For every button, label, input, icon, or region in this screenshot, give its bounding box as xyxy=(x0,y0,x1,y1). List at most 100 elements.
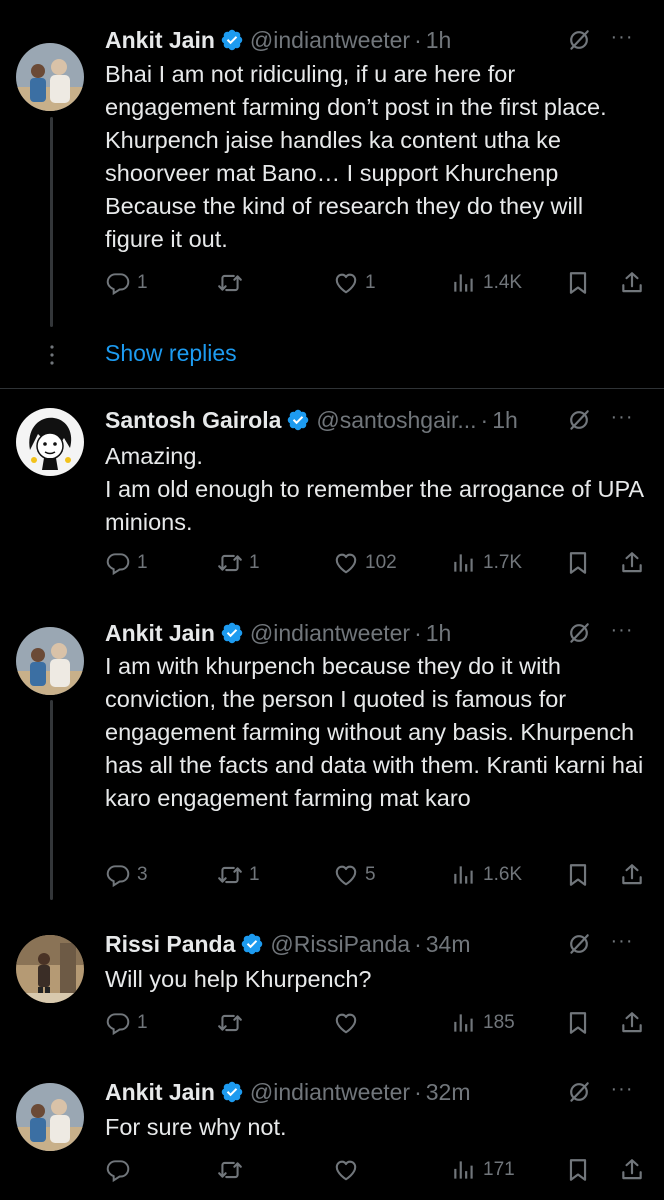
verified-badge-icon xyxy=(220,621,244,645)
bookmark-button[interactable] xyxy=(565,548,591,578)
tweet[interactable]: Ankit Jain @indiantweeter · 32m ··· For … xyxy=(0,1077,664,1197)
views-icon xyxy=(451,270,477,296)
thread-line xyxy=(50,700,53,900)
share-button[interactable] xyxy=(619,548,645,578)
views-button[interactable]: 171 xyxy=(451,1155,515,1185)
handle[interactable]: @RissiPanda xyxy=(270,931,410,958)
bookmark-button[interactable] xyxy=(565,860,591,890)
tweet[interactable]: Ankit Jain @indiantweeter · 1h ··· I am … xyxy=(0,618,664,908)
timestamp[interactable]: 1h xyxy=(426,27,452,54)
retweet-icon xyxy=(217,1157,243,1183)
timestamp[interactable]: 1h xyxy=(426,620,452,647)
more-icon[interactable]: ··· xyxy=(608,405,636,433)
reply-button[interactable]: 1 xyxy=(105,1008,148,1038)
bookmark-button[interactable] xyxy=(565,1008,591,1038)
avatar[interactable] xyxy=(16,935,84,1003)
grok-icon[interactable] xyxy=(566,27,592,53)
reply-count: 3 xyxy=(137,864,148,885)
like-icon xyxy=(333,862,359,888)
views-button[interactable]: 1.7K xyxy=(451,548,522,578)
timestamp[interactable]: 1h xyxy=(492,407,518,434)
views-button[interactable]: 1.6K xyxy=(451,860,522,890)
tweet-text: I am with khurpench because they do it w… xyxy=(105,653,644,811)
like-icon xyxy=(333,550,359,576)
retweet-count: 1 xyxy=(249,864,260,885)
grok-icon[interactable] xyxy=(566,1079,592,1105)
retweet-icon xyxy=(217,1010,243,1036)
retweet-icon xyxy=(217,550,243,576)
share-button[interactable] xyxy=(619,268,645,298)
reply-icon xyxy=(105,270,131,296)
like-button[interactable]: 102 xyxy=(333,548,397,578)
tweet-text: Amazing. I am old enough to remember the… xyxy=(105,443,643,535)
retweet-button[interactable] xyxy=(217,268,249,298)
bookmark-button[interactable] xyxy=(565,1155,591,1185)
more-icon[interactable]: ··· xyxy=(608,1077,636,1105)
handle[interactable]: @indiantweeter xyxy=(250,1079,410,1106)
more-icon[interactable]: ··· xyxy=(608,25,636,53)
like-count: 5 xyxy=(365,864,376,885)
display-name[interactable]: Ankit Jain xyxy=(105,1079,215,1106)
bookmark-icon xyxy=(565,1010,591,1036)
display-name[interactable]: Rissi Panda xyxy=(105,931,235,958)
like-icon xyxy=(333,270,359,296)
share-button[interactable] xyxy=(619,860,645,890)
avatar[interactable] xyxy=(16,1083,84,1151)
views-icon xyxy=(451,1157,477,1183)
handle[interactable]: @indiantweeter xyxy=(250,27,410,54)
grok-icon[interactable] xyxy=(566,931,592,957)
share-icon xyxy=(619,550,645,576)
timestamp[interactable]: 34m xyxy=(426,931,471,958)
retweet-icon xyxy=(217,862,243,888)
views-button[interactable]: 1.4K xyxy=(451,268,522,298)
divider xyxy=(0,388,664,389)
grok-icon[interactable] xyxy=(566,620,592,646)
verified-badge-icon xyxy=(286,408,310,432)
reply-count: 1 xyxy=(137,272,148,293)
retweet-button[interactable] xyxy=(217,1008,249,1038)
action-bar: 1 1 1.4K xyxy=(105,268,650,298)
retweet-button[interactable]: 1 xyxy=(217,548,260,578)
tweet[interactable]: Rissi Panda @RissiPanda · 34m ··· Will y… xyxy=(0,929,664,1059)
retweet-button[interactable] xyxy=(217,1155,249,1185)
tweet-header: Ankit Jain @indiantweeter · 1h ··· xyxy=(105,618,640,648)
like-button[interactable] xyxy=(333,1008,365,1038)
more-icon[interactable]: ··· xyxy=(608,618,636,646)
reply-button[interactable]: 1 xyxy=(105,268,148,298)
like-button[interactable]: 5 xyxy=(333,860,376,890)
show-replies-link[interactable]: Show replies xyxy=(105,340,237,367)
reply-button[interactable]: 3 xyxy=(105,860,148,890)
avatar[interactable] xyxy=(16,408,84,476)
avatar[interactable] xyxy=(16,43,84,111)
grok-icon[interactable] xyxy=(566,407,592,433)
reply-button[interactable]: 1 xyxy=(105,548,148,578)
reply-button[interactable] xyxy=(105,1155,137,1185)
tweet[interactable]: Ankit Jain @indiantweeter · 1h ··· Bhai … xyxy=(0,25,664,327)
like-button[interactable]: 1 xyxy=(333,268,376,298)
share-button[interactable] xyxy=(619,1155,645,1185)
share-button[interactable] xyxy=(619,1008,645,1038)
views-icon xyxy=(451,862,477,888)
display-name[interactable]: Ankit Jain xyxy=(105,27,215,54)
verified-badge-icon xyxy=(240,932,264,956)
handle[interactable]: @indiantweeter xyxy=(250,620,410,647)
separator-dot: · xyxy=(414,1078,422,1105)
views-button[interactable]: 185 xyxy=(451,1008,515,1038)
retweet-icon xyxy=(217,270,243,296)
display-name[interactable]: Santosh Gairola xyxy=(105,407,281,434)
timestamp[interactable]: 32m xyxy=(426,1079,471,1106)
tweet[interactable]: Santosh Gairola @santoshgair... · 1h ···… xyxy=(0,405,664,605)
display-name[interactable]: Ankit Jain xyxy=(105,620,215,647)
handle[interactable]: @santoshgair... xyxy=(316,407,476,434)
more-icon[interactable]: ··· xyxy=(608,929,636,957)
view-count: 1.6K xyxy=(483,864,523,885)
like-button[interactable] xyxy=(333,1155,365,1185)
retweet-button[interactable]: 1 xyxy=(217,860,260,890)
view-count: 1.4K xyxy=(483,272,523,293)
separator-dot: · xyxy=(414,930,422,957)
avatar[interactable] xyxy=(16,627,84,695)
like-count: 1 xyxy=(365,272,376,293)
share-icon xyxy=(619,862,645,888)
bookmark-button[interactable] xyxy=(565,268,591,298)
view-count: 171 xyxy=(483,1159,515,1180)
